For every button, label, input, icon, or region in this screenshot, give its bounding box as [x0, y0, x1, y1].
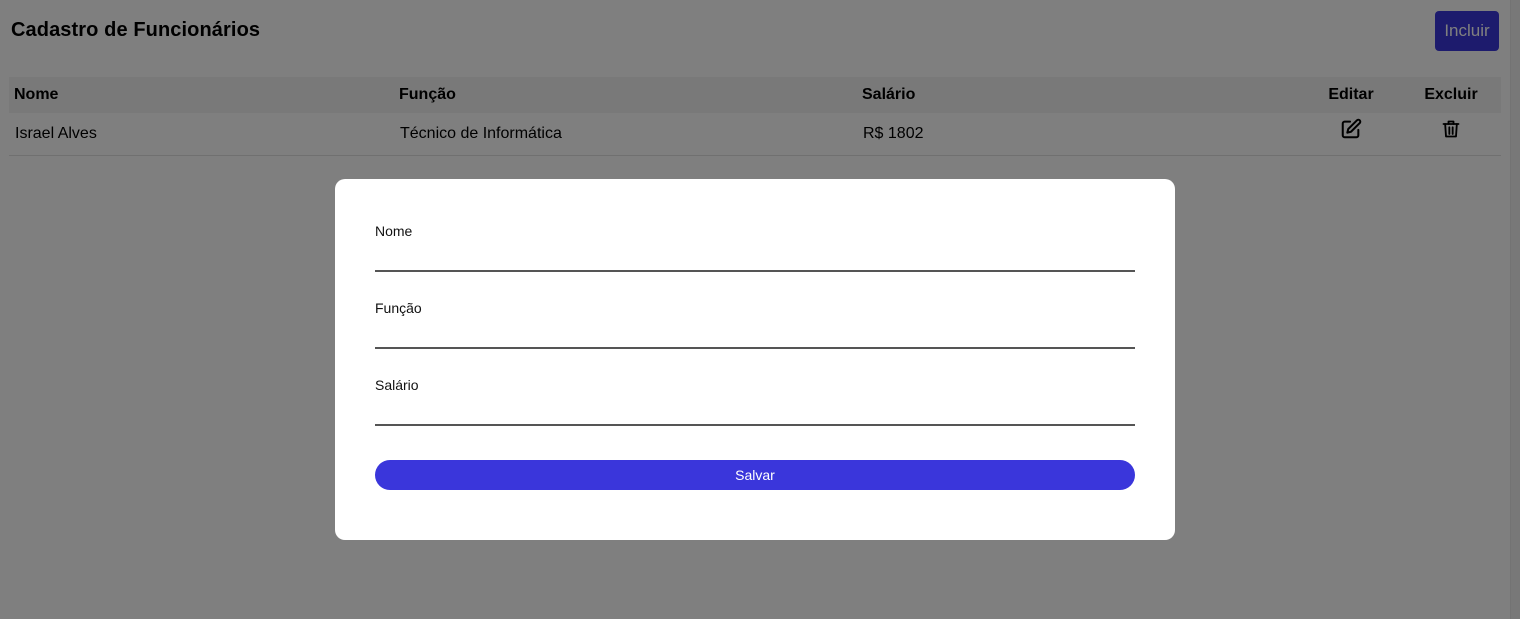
funcao-label: Função	[375, 300, 422, 316]
funcao-field: Função	[375, 300, 1135, 349]
nome-input[interactable]	[375, 246, 1135, 272]
salario-label: Salário	[375, 377, 419, 393]
funcao-input[interactable]	[375, 323, 1135, 349]
salario-field: Salário	[375, 377, 1135, 426]
salario-input[interactable]	[375, 400, 1135, 426]
nome-field: Nome	[375, 223, 1135, 272]
save-button[interactable]: Salvar	[375, 460, 1135, 490]
nome-label: Nome	[375, 223, 413, 239]
employee-form-modal: Nome Função Salário Salvar	[335, 179, 1175, 540]
